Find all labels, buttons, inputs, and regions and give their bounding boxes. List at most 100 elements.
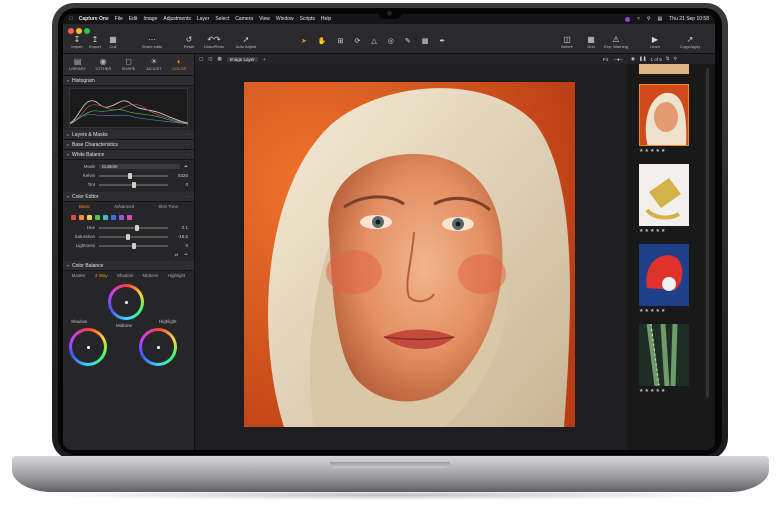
hue-slider-knob[interactable] (134, 224, 139, 231)
saturation-slider[interactable] (99, 233, 168, 240)
auto-adjust-button[interactable]: ➚ Auto Adjust (231, 35, 261, 49)
section-actions-icon[interactable]: ⋯ (185, 132, 190, 137)
tab-master[interactable]: Master (72, 273, 86, 278)
tab-adjust[interactable]: ☀ ADJUST (141, 54, 166, 75)
kelvin-slider-knob[interactable] (128, 172, 133, 179)
pause-icon[interactable]: ❚❚ (639, 56, 647, 62)
select-cursor-icon[interactable]: ➤ (301, 37, 307, 45)
add-layer-icon[interactable]: + (263, 57, 266, 62)
before-button[interactable]: ◫ Before (555, 35, 579, 49)
base-characteristics-header[interactable]: ▸ Base Characteristics ⋯ (63, 140, 194, 150)
wifi-icon[interactable]: ≈ (637, 16, 640, 22)
menu-window[interactable]: Window (276, 16, 294, 22)
menu-image[interactable]: Image (143, 16, 157, 22)
color-swatch-6[interactable] (111, 214, 116, 220)
compare-view-icon[interactable]: ◫ (208, 56, 212, 62)
exposure-warning-button[interactable]: ⚠ Exp. Warning (599, 35, 633, 49)
grid-view-icon[interactable]: ▦ (218, 56, 222, 62)
thumbnail-3-rating[interactable]: ★★★★★ (639, 308, 689, 314)
layer-select[interactable]: Image Layer (226, 56, 258, 62)
thumbnail-1[interactable] (639, 84, 689, 146)
search-icon[interactable]: ⚲ (647, 16, 651, 22)
section-actions-icon[interactable]: ⋯ (185, 152, 190, 157)
menu-camera[interactable]: Camera (235, 16, 253, 22)
section-actions-icon[interactable]: ⋯ (185, 142, 190, 147)
menu-adjustments[interactable]: Adjustments (163, 16, 191, 22)
color-swatch-5[interactable] (103, 214, 108, 220)
thumbnail-3[interactable] (639, 244, 689, 306)
histogram-header[interactable]: ▾ Histogram (63, 76, 194, 86)
tab-highlight[interactable]: Highlight (168, 273, 186, 278)
fit-zoom-label[interactable]: Fit (603, 57, 608, 62)
tab-basic[interactable]: Basic (79, 204, 90, 209)
browser-search-icon[interactable]: ⚲ (674, 56, 677, 62)
main-photo[interactable] (244, 82, 575, 427)
siri-icon[interactable] (625, 16, 631, 22)
color-swatch-3[interactable] (87, 214, 92, 220)
highlight-wheel[interactable] (139, 328, 177, 366)
tab-shadow[interactable]: Shadow (117, 273, 133, 278)
zoom-slider-icon[interactable]: ─●─ (614, 57, 623, 62)
saturation-value[interactable]: -16.5 (172, 234, 188, 239)
shadow-wheel[interactable] (69, 328, 107, 366)
hue-value[interactable]: 2.1 (172, 225, 188, 230)
menu-help[interactable]: Help (321, 16, 331, 22)
menu-file[interactable]: File (115, 16, 123, 22)
pan-cursor-icon[interactable]: ✋ (318, 37, 327, 45)
picker-cursor-icon[interactable]: ✒ (439, 37, 445, 45)
menu-select[interactable]: Select (215, 16, 229, 22)
wb-kelvin-value[interactable]: 5320 (172, 173, 188, 178)
kelvin-slider[interactable] (99, 172, 168, 179)
keystone-cursor-icon[interactable]: △ (371, 37, 376, 45)
sort-icon[interactable]: ⇅ (666, 56, 670, 62)
mask-brush-icon[interactable]: ✎ (405, 37, 411, 45)
close-window-button[interactable] (68, 28, 74, 34)
tab-capture[interactable]: ◉ TOTHER (90, 54, 115, 75)
color-swatch-7[interactable] (119, 214, 124, 220)
tint-slider-knob[interactable] (131, 181, 136, 188)
eye-icon[interactable]: ◉ (631, 56, 635, 62)
color-picker-icon[interactable]: ✒ (184, 252, 188, 258)
saturation-slider-knob[interactable] (125, 233, 130, 240)
section-actions-icon[interactable]: ⋯ (185, 194, 190, 199)
undo-redo-button[interactable]: ↶↷ Undo/Redo (198, 35, 230, 49)
color-swatch-2[interactable] (79, 214, 84, 220)
tint-slider[interactable] (99, 181, 168, 188)
gradient-cursor-icon[interactable]: ▩ (422, 37, 429, 45)
tab-midtone[interactable]: Midtone (142, 273, 158, 278)
wb-picker-icon[interactable]: ✒ (184, 164, 188, 170)
white-balance-header[interactable]: ▾ White Balance ⋯ (63, 150, 194, 160)
menu-scripts[interactable]: Scripts (300, 16, 315, 22)
color-swatch-8[interactable] (127, 214, 132, 220)
crop-cursor-icon[interactable]: ⊞ (338, 37, 344, 45)
rotate-cursor-icon[interactable]: ⟳ (354, 37, 360, 45)
tab-shape[interactable]: ◻ SHAPE (116, 54, 141, 75)
compare-icon[interactable]: ⇄ (174, 252, 178, 258)
thumbnail-prev[interactable] (639, 64, 689, 74)
color-editor-header[interactable]: ▾ Color Editor ⋯ (63, 192, 194, 202)
filmstrip-scrollbar[interactable] (706, 68, 709, 398)
menu-edit[interactable]: Edit (129, 16, 138, 22)
tab-3-way[interactable]: 3-Way (95, 273, 108, 278)
single-view-icon[interactable]: ▢ (199, 56, 203, 62)
menu-app-name[interactable]: Capture One (79, 16, 109, 22)
spot-cursor-icon[interactable]: ◎ (388, 37, 394, 45)
thumbnail-2[interactable] (639, 164, 689, 226)
menubar-clock[interactable]: Thu 21 Sep 10:58 (669, 16, 709, 22)
lightness-slider-knob[interactable] (131, 242, 136, 249)
wb-tint-value[interactable]: 0 (172, 182, 188, 187)
minimize-window-button[interactable] (76, 28, 82, 34)
control-center-icon[interactable]: ▤ (658, 16, 663, 22)
wb-mode-select[interactable]: Custom (99, 164, 181, 169)
color-swatch-4[interactable] (95, 214, 100, 220)
color-swatch-1[interactable] (71, 214, 76, 220)
color-balance-header[interactable]: ▾ Color Balance ⋯ (63, 261, 194, 271)
tab-advanced[interactable]: Advanced (114, 204, 134, 209)
apple-icon[interactable]:  (69, 16, 73, 22)
midtone-wheel[interactable] (108, 284, 144, 320)
thumbnail-4-rating[interactable]: ★★★★★ (639, 388, 689, 394)
thumbnail-2-rating[interactable]: ★★★★★ (639, 228, 689, 234)
tab-library[interactable]: ▤ LIBRARY (65, 54, 90, 75)
section-actions-icon[interactable]: ⋯ (185, 263, 190, 268)
zoom-window-button[interactable] (84, 28, 90, 34)
